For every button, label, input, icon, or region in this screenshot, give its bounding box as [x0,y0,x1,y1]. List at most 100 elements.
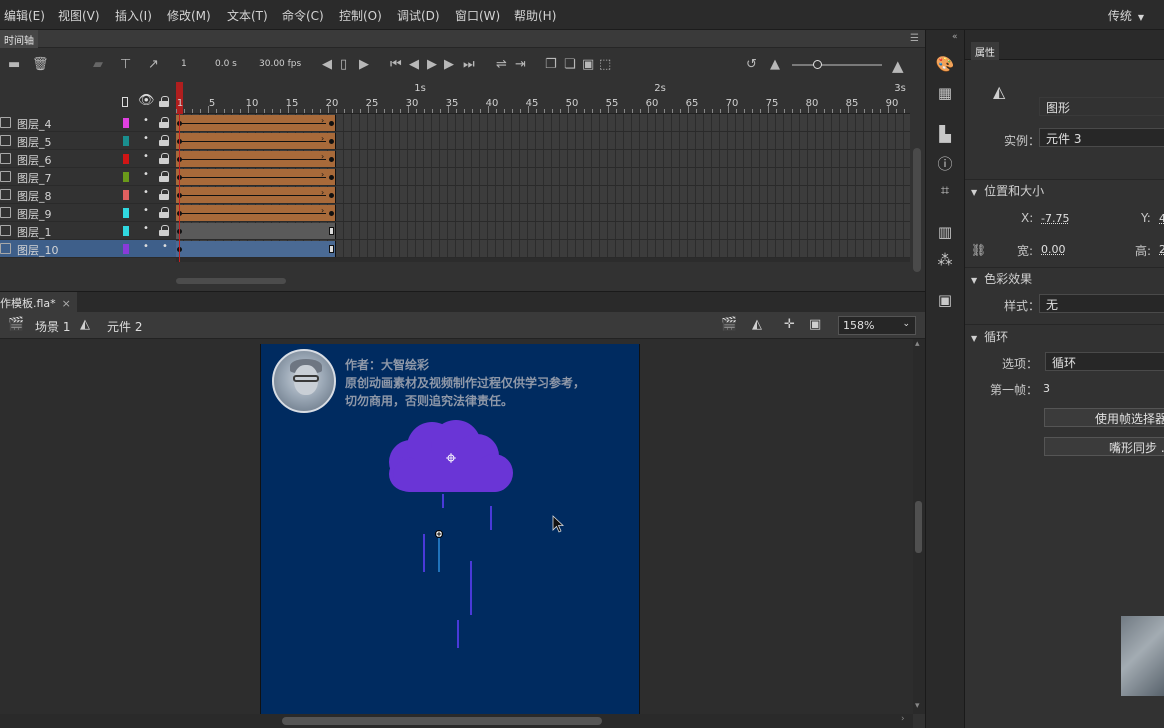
section-color-effect[interactable]: ▼ 色彩效果 [971,270,1032,287]
use-frame-picker-button[interactable]: 使用帧选择器 [1044,408,1164,427]
go-to-last-icon[interactable]: ⏭ [463,57,475,72]
menu-edit[interactable]: 编辑(E) [4,7,45,24]
new-folder-icon[interactable]: ▬ [8,57,20,72]
menu-view[interactable]: 视图(V) [58,7,100,24]
breadcrumb-scene[interactable]: 场景 1 [35,318,70,335]
frame-row[interactable]: › [176,204,910,222]
insert-frame-icon[interactable]: ⇥ [515,57,526,72]
stage-scrollbar-h-thumb[interactable] [282,717,602,725]
layer-row[interactable]: 图层_8 • [0,186,176,204]
document-tab[interactable]: 作模板.fla* × [0,292,77,313]
lock-all-icon[interactable] [159,96,169,107]
menu-help[interactable]: 帮助(H) [514,7,556,24]
frame-row[interactable]: › [176,186,910,204]
tween-span[interactable]: › [176,205,336,221]
frame-grid[interactable]: › › › › › › [176,114,910,262]
layer-visibility-toggle[interactable]: • [143,205,149,216]
current-time[interactable]: 0.0 s [215,59,237,69]
layer-outline-color[interactable] [123,208,129,218]
stage-area[interactable]: 作者：大智绘彩 原创动画素材及视频制作过程仅供学习参考， 切勿商用，否则追究法律… [0,339,913,716]
lock-icon[interactable] [159,189,169,200]
lip-sync-button[interactable]: 嘴形同步 ... [1044,437,1164,456]
keyframe-dot[interactable] [329,139,334,144]
onion-range-icon[interactable]: ⬚ [599,57,611,72]
layer-visibility-toggle[interactable]: • [143,223,149,234]
layer-visibility-toggle[interactable]: • [143,187,149,198]
center-frame-icon[interactable]: ↺ [746,57,757,72]
tween-span[interactable]: › [176,169,336,185]
style-select[interactable]: 无 [1039,294,1164,313]
delete-icon[interactable]: 🗑 [32,57,49,72]
layer-row[interactable]: 图层_9 • [0,204,176,222]
layer-name[interactable]: 图层_1 [17,224,52,240]
align-icon[interactable]: ▙ [934,125,956,147]
menu-insert[interactable]: 插入(I) [115,7,152,24]
clip-content-icon[interactable]: ▣ [809,317,821,332]
instance-field[interactable]: 元件 3 [1039,128,1164,147]
workspace-switcher[interactable]: 传统 ▼ [1108,7,1144,24]
go-to-first-icon[interactable]: ⏮ [390,57,402,72]
layer-outline-color[interactable] [123,172,129,182]
tween-span[interactable]: › [176,115,336,131]
layer-row[interactable]: 图层_10 • • [0,240,176,258]
layer-outline-color[interactable] [123,226,129,236]
panel-menu-icon[interactable]: ☰ [910,33,919,44]
frame-span[interactable] [176,223,336,239]
step-back-icon[interactable]: ◀ [409,57,419,72]
scroll-down-icon[interactable]: ▾ [915,701,920,711]
layer-visibility-toggle[interactable]: • [143,151,149,162]
prev-keyframe-icon[interactable]: ◀ [322,57,332,72]
onion-outline-icon[interactable]: ❏ [564,57,576,72]
frame-size-slider[interactable] [792,64,882,66]
layer-visibility-toggle[interactable]: • [143,115,149,126]
timeline-scrollbar-v[interactable] [913,148,921,272]
end-frame-marker[interactable] [329,227,334,235]
layer-row[interactable]: 图层_7 • [0,168,176,186]
close-icon[interactable]: × [62,297,71,310]
onion-skin-icon[interactable]: ❐ [545,57,557,72]
layer-row[interactable]: 图层_6 • [0,150,176,168]
width-value[interactable]: 0.00 [1041,243,1066,256]
keyframe-dot[interactable] [329,175,334,180]
layer-name[interactable]: 图层_5 [17,134,52,150]
keyframe-dot[interactable] [329,193,334,198]
layer-row[interactable]: 图层_5 • [0,132,176,150]
layer-name[interactable]: 图层_6 [17,152,52,168]
menu-modify[interactable]: 修改(M) [167,7,211,24]
menu-control[interactable]: 控制(O) [339,7,382,24]
tab-properties[interactable]: 属性 [971,42,999,60]
edit-symbol-icon[interactable]: ◭ [752,317,762,332]
collapse-icon[interactable]: « [952,32,958,42]
tween-span[interactable]: › [176,187,336,203]
layer-outline-color[interactable] [123,136,129,146]
menu-commands[interactable]: 命令(C) [282,7,324,24]
layer-name[interactable]: 图层_4 [17,116,52,132]
loop-options-select[interactable]: 循环 [1045,352,1164,371]
eye-icon[interactable]: 👁 [138,93,155,108]
stage-canvas[interactable]: 作者：大智绘彩 原创动画素材及视频制作过程仅供学习参考， 切勿商用，否则追究法律… [260,344,640,716]
layer-visibility-toggle[interactable]: • [143,241,149,252]
lock-icon[interactable] [159,225,169,236]
info-icon[interactable]: ⓘ [934,153,956,175]
menu-text[interactable]: 文本(T) [227,7,268,24]
motion-presets-icon[interactable]: ▣ [934,291,956,313]
frame-row[interactable]: › [176,150,910,168]
center-stage-icon[interactable]: ✛ [784,317,795,332]
step-forward-icon[interactable]: ▶ [444,57,454,72]
lock-icon[interactable] [159,153,169,164]
first-frame-value[interactable]: 3 [1043,382,1050,395]
breadcrumb-symbol[interactable]: 元件 2 [107,318,142,335]
frame-row[interactable]: › [176,168,910,186]
link-icon[interactable]: ⛓ [971,243,986,257]
layer-lock-toggle[interactable]: • [162,241,168,252]
tab-timeline[interactable]: 时间轴 [0,30,38,48]
frame-row[interactable]: › [176,114,910,132]
timeline-scrollbar-h[interactable] [176,278,286,284]
slider-handle[interactable] [813,60,822,69]
y-value[interactable]: 4 [1159,212,1164,225]
lock-icon[interactable] [159,117,169,128]
menu-window[interactable]: 窗口(W) [455,7,500,24]
camera-icon[interactable]: ▰ [93,57,103,72]
stage-scrollbar-v-thumb[interactable] [915,501,922,553]
lock-icon[interactable] [159,207,169,218]
